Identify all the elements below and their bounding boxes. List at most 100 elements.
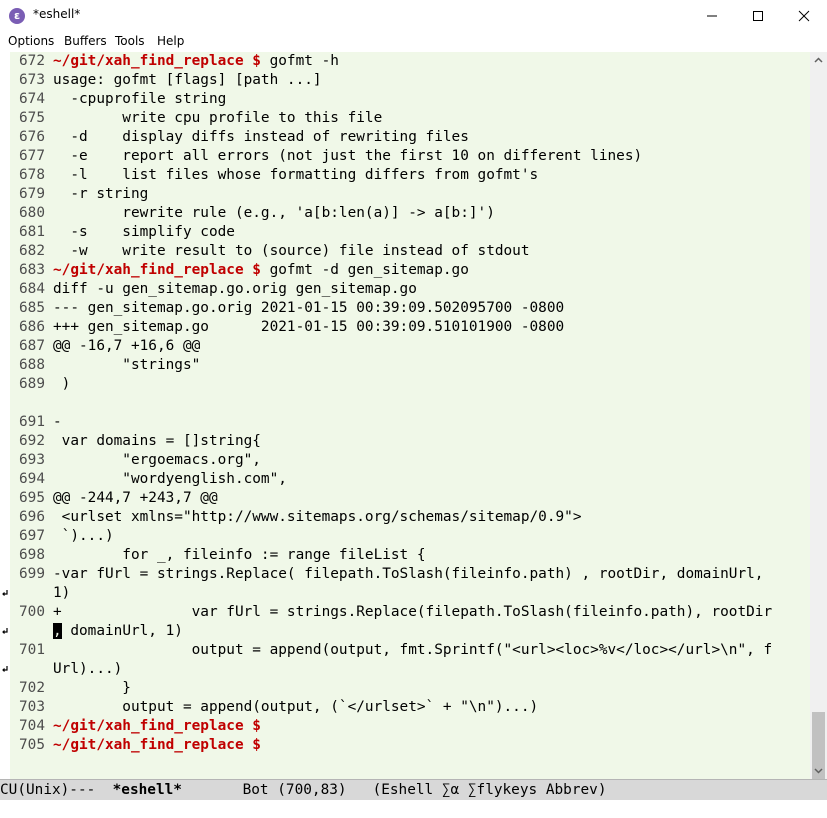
- buffer-line: 699 -var fUrl = strings.Replace( filepath…: [10, 565, 772, 584]
- close-button[interactable]: [781, 0, 827, 31]
- line-text: @@ -244,7 +243,7 @@: [53, 490, 218, 506]
- buffer-line: 702 }: [10, 679, 131, 698]
- line-number: 675: [19, 110, 45, 126]
- title-bar: ε *eshell*: [0, 0, 827, 31]
- line-text: -s simplify code: [53, 224, 235, 240]
- line-number: 694: [19, 471, 45, 487]
- line-number: 686: [19, 319, 45, 335]
- line-number: 692: [19, 433, 45, 449]
- line-number: 674: [19, 91, 45, 107]
- line-text: + var fUrl = strings.Replace(filepath.To…: [53, 604, 773, 620]
- buffer-line: 698 for _, fileinfo := range fileList {: [10, 546, 426, 565]
- scroll-up-icon[interactable]: [810, 52, 827, 69]
- buffer-line: 676 -d display diffs instead of rewritin…: [10, 128, 469, 147]
- line-number: 683: [19, 262, 45, 278]
- line-text: -cpuprofile string: [53, 91, 227, 107]
- modeline-position: Bot (700,83): [181, 782, 373, 798]
- menu-bar: Options Buffers Tools Help: [0, 31, 827, 53]
- line-number: 677: [19, 148, 45, 164]
- buffer-line: Url)...): [10, 660, 122, 679]
- line-text: domainUrl, 1): [61, 623, 183, 639]
- buffer-line: 675 write cpu profile to this file: [10, 109, 382, 128]
- maximize-icon: [753, 11, 763, 21]
- buffer-line: 688 "strings": [10, 356, 200, 375]
- buffer-line: , domainUrl, 1): [10, 622, 183, 641]
- buffer-line: 704 ~/git/xah_find_replace $: [10, 717, 261, 736]
- line-number: 679: [19, 186, 45, 202]
- buffer-line: 677 -e report all errors (not just the f…: [10, 147, 642, 166]
- line-text: -: [53, 414, 62, 430]
- line-text: <urlset xmlns="http://www.sitemaps.org/s…: [53, 509, 582, 525]
- line-wrap-arrow-icon: [2, 590, 8, 596]
- line-text: 1): [53, 585, 71, 601]
- scroll-down-icon[interactable]: [810, 762, 827, 779]
- line-number: 681: [19, 224, 45, 240]
- line-number: 685: [19, 300, 45, 316]
- buffer-line: 680 rewrite rule (e.g., 'a[b:len(a)] -> …: [10, 204, 495, 223]
- buffer-line: 684 diff -u gen_sitemap.go.orig gen_sitem…: [10, 280, 417, 299]
- line-number: 678: [19, 167, 45, 183]
- line-text: -e report all errors (not just the first…: [53, 148, 643, 164]
- line-text: "strings": [53, 357, 201, 373]
- modeline-modes[interactable]: (Eshell ∑α ∑flykeys Abbrev): [373, 782, 607, 798]
- buffer-line: 703 output = append(output, (`</urlset>`…: [10, 698, 538, 717]
- line-number: 697: [19, 528, 45, 544]
- line-text: -w write result to (source) file instead…: [53, 243, 530, 259]
- line-wrap-arrow-icon: [2, 666, 8, 672]
- line-number: 684: [19, 281, 45, 297]
- buffer-line: 689 ): [10, 375, 70, 394]
- menu-help[interactable]: Help: [157, 34, 184, 48]
- line-text: @@ -16,7 +16,6 @@: [53, 338, 201, 354]
- line-text: write cpu profile to this file: [53, 110, 383, 126]
- buffer-line: 693 "ergoemacs.org",: [10, 451, 261, 470]
- line-number: 700: [19, 604, 45, 620]
- modeline-encoding: CU(Unix)---: [0, 782, 113, 798]
- menu-buffers[interactable]: Buffers: [64, 34, 107, 48]
- buffer-line: 695 @@ -244,7 +243,7 @@: [10, 489, 218, 508]
- line-number: 689: [19, 376, 45, 392]
- minimize-button[interactable]: [689, 0, 735, 31]
- menu-tools[interactable]: Tools: [115, 34, 145, 48]
- line-text: diff -u gen_sitemap.go.orig gen_sitemap.…: [53, 281, 417, 297]
- emacs-icon: ε: [9, 8, 25, 24]
- minibuffer[interactable]: [0, 800, 827, 818]
- buffer-line: 678 -l list files whose formatting diffe…: [10, 166, 538, 185]
- line-number: 695: [19, 490, 45, 506]
- eshell-buffer[interactable]: 672 ~/git/xah_find_replace $ gofmt -h 673 u…: [10, 52, 810, 779]
- minimize-icon: [707, 15, 717, 17]
- buffer-line: 691-: [10, 413, 62, 432]
- shell-prompt: ~/git/xah_find_replace $: [53, 718, 261, 734]
- buffer-line: 705 ~/git/xah_find_replace $: [10, 736, 261, 755]
- line-text: ): [53, 376, 71, 392]
- line-text: "ergoemacs.org",: [53, 452, 261, 468]
- buffer-line: 681 -s simplify code: [10, 223, 235, 242]
- buffer-line: 701 output = append(output, fmt.Sprintf(…: [10, 641, 772, 660]
- modeline-buffer-name: *eshell*: [112, 782, 182, 798]
- buffer-line: 674 -cpuprofile string: [10, 90, 226, 109]
- line-number: 696: [19, 509, 45, 525]
- line-number: 703: [19, 699, 45, 715]
- buffer-line: 687 @@ -16,7 +16,6 @@: [10, 337, 200, 356]
- buffer-line: 694 "wordyenglish.com",: [10, 470, 287, 489]
- line-number: 672: [19, 53, 45, 69]
- buffer-line: 696 <urlset xmlns="http://www.sitemaps.o…: [10, 508, 582, 527]
- line-text: -l list files whose formatting differs f…: [53, 167, 539, 183]
- line-number: 673: [19, 72, 45, 88]
- buffer-line: 685 --- gen_sitemap.go.orig 2021-01-15 00…: [10, 299, 564, 318]
- line-number: 688: [19, 357, 45, 373]
- line-number: 691: [19, 414, 45, 430]
- line-text: output = append(output, fmt.Sprintf("<ur…: [53, 642, 773, 658]
- line-text: var domains = []string{: [53, 433, 261, 449]
- menu-options[interactable]: Options: [8, 34, 54, 48]
- line-text: gofmt -d gen_sitemap.go: [260, 262, 469, 278]
- line-number: 701: [19, 642, 45, 658]
- line-text: "wordyenglish.com",: [53, 471, 287, 487]
- line-wrap-arrow-icon: [2, 628, 8, 634]
- line-number: 676: [19, 129, 45, 145]
- line-number: 699: [19, 566, 45, 582]
- vertical-scrollbar[interactable]: [810, 52, 827, 815]
- maximize-button[interactable]: [735, 0, 781, 31]
- shell-prompt: ~/git/xah_find_replace $: [53, 262, 261, 278]
- line-text: +++ gen_sitemap.go 2021-01-15 00:39:09.5…: [53, 319, 565, 335]
- buffer-line: 682 -w write result to (source) file ins…: [10, 242, 530, 261]
